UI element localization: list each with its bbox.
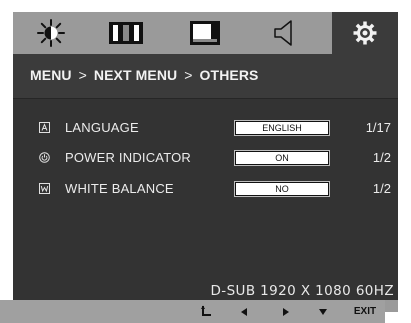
tab-color[interactable] <box>95 12 157 54</box>
setting-row-power-indicator[interactable]: POWER INDICATOR ON 1/2 <box>13 148 398 168</box>
language-value-field[interactable]: ENGLISH <box>235 121 329 135</box>
language-icon <box>39 122 50 133</box>
back-return-icon <box>201 305 211 316</box>
setting-row-white-balance[interactable]: WHITE BALANCE NO 1/2 <box>13 179 398 199</box>
tab-sound[interactable] <box>253 12 315 54</box>
back-button[interactable] <box>196 300 218 323</box>
left-button[interactable] <box>233 300 255 323</box>
setting-page-count: 1/17 <box>365 120 391 135</box>
breadcrumb-next-menu: NEXT MENU <box>93 67 178 83</box>
tab-settings[interactable] <box>332 12 398 54</box>
menu-tab-bar <box>13 12 398 54</box>
white-balance-value-field[interactable]: NO <box>235 182 329 196</box>
setting-row-language[interactable]: LANGUAGE ENGLISH 1/17 <box>13 118 398 138</box>
screen-window-icon <box>190 21 220 45</box>
setting-page-count: 1/2 <box>372 181 391 196</box>
settings-gear-icon <box>353 21 377 45</box>
setting-label: WHITE BALANCE <box>65 181 174 196</box>
left-arrow-icon <box>241 307 247 316</box>
right-arrow-icon <box>283 307 289 316</box>
picture-columns-icon <box>109 22 143 44</box>
tab-picture-brightness[interactable] <box>20 12 82 54</box>
breadcrumb: MENU > NEXT MENU > OTHERS <box>30 67 259 83</box>
breadcrumb-menu: MENU <box>30 67 72 83</box>
right-button[interactable] <box>275 300 297 323</box>
brightness-sun-icon <box>37 19 65 47</box>
monitor-osd-menu: MENU > NEXT MENU > OTHERS LANGUAGE ENGLISH 1… <box>13 12 398 312</box>
down-button[interactable] <box>312 300 334 323</box>
breadcrumb-separator: > <box>184 67 193 83</box>
tab-screen[interactable] <box>174 12 236 54</box>
speaker-volume-icon <box>274 20 292 46</box>
down-arrow-icon <box>319 308 327 315</box>
white-balance-icon <box>39 183 50 194</box>
setting-label: LANGUAGE <box>65 120 139 135</box>
control-button-bar: EXIT <box>0 300 385 323</box>
power-indicator-icon <box>39 152 50 163</box>
breadcrumb-current: OTHERS <box>199 67 259 83</box>
setting-label: POWER INDICATOR <box>65 150 192 165</box>
breadcrumb-separator: > <box>78 67 87 83</box>
input-signal-status: D-SUB 1920 X 1080 60HZ <box>210 283 394 299</box>
exit-button[interactable]: EXIT <box>348 300 382 323</box>
setting-page-count: 1/2 <box>372 150 391 165</box>
power-indicator-value-field[interactable]: ON <box>235 151 329 165</box>
breadcrumb-bar: MENU > NEXT MENU > OTHERS <box>13 54 398 99</box>
